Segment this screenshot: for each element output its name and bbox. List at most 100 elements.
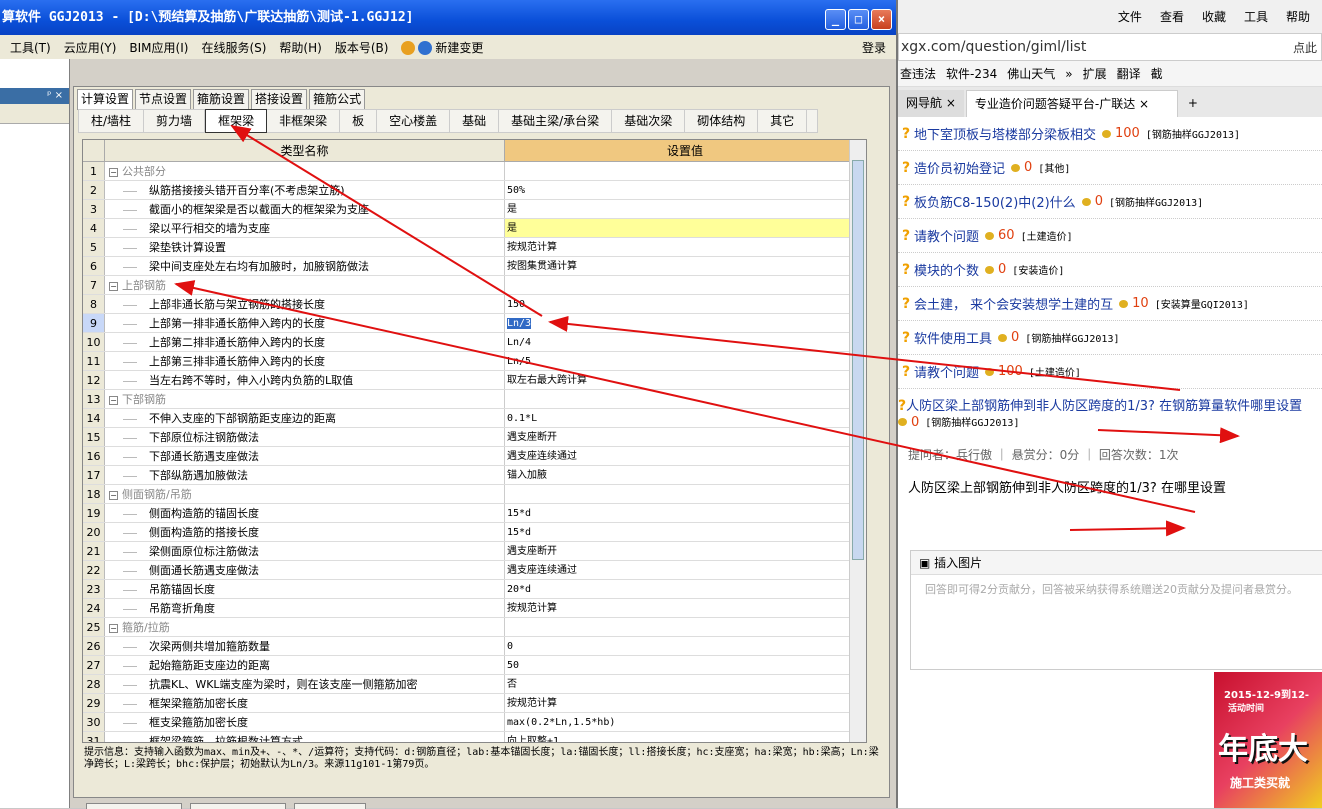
close-button[interactable]: × [871, 9, 892, 30]
table-row[interactable]: 21 梁侧面原位标注筋做法 遇支座断开 [83, 542, 866, 561]
row-value[interactable] [505, 390, 865, 408]
table-row[interactable]: 30 框支梁箍筋加密长度 max(0.2*Ln,1.5*hb) [83, 713, 866, 732]
table-row[interactable]: 28 抗震KL、WKL端支座为梁时，则在该支座一侧箍筋加密 否 [83, 675, 866, 694]
row-value[interactable]: 50 [505, 656, 865, 674]
table-row[interactable]: 17 下部纵筋遇加腋做法 锚入加腋 [83, 466, 866, 485]
table-row[interactable]: 18− 侧面钢筋/吊筋 [83, 485, 866, 504]
row-value[interactable]: 按规范计算 [505, 694, 865, 712]
browser-tab-active[interactable]: 专业造价问题答疑平台-广联达 × [965, 90, 1178, 117]
row-value[interactable]: 是 [505, 200, 865, 218]
table-row[interactable]: 7− 上部钢筋 [83, 276, 866, 295]
list-item[interactable]: ? 地下室顶板与塔楼部分梁板相交 100 [钢筋抽样GGJ2013] [898, 117, 1322, 151]
list-item[interactable]: ? 请教个问题 100 [土建造价] [898, 355, 1322, 389]
minimize-button[interactable]: _ [825, 9, 846, 30]
table-row[interactable]: 27 起始箍筋距支座边的距离 50 [83, 656, 866, 675]
collapse-icon[interactable]: − [109, 395, 118, 405]
row-value[interactable]: 按规范计算 [505, 238, 865, 256]
browser-menu-file[interactable]: 文件 [1118, 8, 1142, 25]
open-question-title[interactable]: 人防区梁上部钢筋伸到非人防区跨度的1/3? 在钢筋算量软件哪里设置 [906, 399, 1302, 414]
bookmark-item[interactable]: 截 [1151, 65, 1163, 82]
list-item[interactable]: ? 造价员初始登记 0 [其他] [898, 151, 1322, 185]
row-value[interactable]: 遇支座连续通过 [505, 561, 865, 579]
list-item[interactable]: ? 会土建， 来个会安装想学土建的互 10 [安装算量GQI2013] [898, 287, 1322, 321]
table-row[interactable]: 24 吊筋弯折角度 按规范计算 [83, 599, 866, 618]
bookmark-item[interactable]: 佛山天气 [1007, 65, 1055, 82]
collapse-icon[interactable]: − [109, 281, 118, 291]
tab-3[interactable]: 搭接设置 [251, 89, 308, 109]
subtab-5[interactable]: 空心楼盖 [377, 110, 451, 132]
tab-0[interactable]: 计算设置 [77, 89, 134, 110]
collapse-icon[interactable]: − [109, 167, 118, 177]
tab-2[interactable]: 箍筋设置 [193, 89, 250, 109]
pin-icon[interactable]: ᵖ × [0, 88, 69, 104]
table-row[interactable]: 2 纵筋搭接接头错开百分率(不考虑架立筋) 50% [83, 181, 866, 200]
browser-menu-favorites[interactable]: 收藏 [1202, 8, 1226, 25]
row-value[interactable]: 取左右最大跨计算 [505, 371, 865, 389]
subtab-0[interactable]: 柱/墙柱 [79, 110, 145, 132]
table-row[interactable]: 6 梁中间支座处左右均有加腋时，加腋钢筋做法 按图集贯通计算 [83, 257, 866, 276]
row-value[interactable]: max(0.2*Ln,1.5*hb) [505, 713, 865, 731]
subtab-2[interactable]: 框架梁 [205, 109, 268, 133]
maximize-button[interactable]: □ [848, 9, 869, 30]
table-row[interactable]: 20 侧面构造筋的搭接长度 15*d [83, 523, 866, 542]
bottom-button-3[interactable] [294, 803, 366, 809]
menu-version[interactable]: 版本号(B) [335, 39, 389, 56]
row-value[interactable] [505, 485, 865, 503]
address-bar[interactable]: xgx.com/question/giml/list 点此 [898, 33, 1322, 61]
table-row[interactable]: 11 上部第三排非通长筋伸入跨内的长度 Ln/5 [83, 352, 866, 371]
table-row[interactable]: 31 框架梁箍筋、拉筋根数计算方式 向上取整+1 [83, 732, 866, 742]
table-row[interactable]: 23 吊筋锚固长度 20*d [83, 580, 866, 599]
row-value[interactable]: 50% [505, 181, 865, 199]
table-row[interactable]: 9 上部第一排非通长筋伸入跨内的长度 Ln/3 [83, 314, 866, 333]
list-item[interactable]: ? 请教个问题 60 [土建造价] [898, 219, 1322, 253]
row-value[interactable]: Ln/5 [505, 352, 865, 370]
scroll-thumb[interactable] [852, 160, 864, 560]
subtab-6[interactable]: 基础 [450, 110, 500, 132]
collapse-icon[interactable]: − [109, 490, 118, 500]
question-title[interactable]: 造价员初始登记 [914, 158, 1005, 177]
menu-tools[interactable]: 工具(T) [10, 39, 51, 56]
row-value[interactable]: 15*d [505, 504, 865, 522]
menu-online[interactable]: 在线服务(S) [201, 39, 266, 56]
login-link[interactable]: 登录 [862, 39, 886, 56]
browser-menu-help[interactable]: 帮助 [1286, 8, 1310, 25]
tab-1[interactable]: 节点设置 [135, 89, 192, 109]
bookmark-item[interactable]: » [1065, 67, 1072, 81]
tab-4[interactable]: 箍筋公式 [309, 89, 366, 109]
table-row[interactable]: 25− 箍筋/拉筋 [83, 618, 866, 637]
table-row[interactable]: 19 侧面构造筋的锚固长度 15*d [83, 504, 866, 523]
bookmark-item[interactable]: 查违法 [900, 65, 936, 82]
row-value[interactable]: 锚入加腋 [505, 466, 865, 484]
browser-tab-nav[interactable]: 网导航 × [898, 90, 964, 117]
row-value[interactable]: 遇支座断开 [505, 542, 865, 560]
ad-banner[interactable]: 2015-12-9到12- 活动时间 年底大 施工类买就 [1214, 672, 1322, 808]
row-value[interactable]: Ln/4 [505, 333, 865, 351]
row-value[interactable]: 否 [505, 675, 865, 693]
subtab-9[interactable]: 砌体结构 [685, 110, 759, 132]
table-row[interactable]: 26 次梁两侧共增加箍筋数量 0 [83, 637, 866, 656]
table-row[interactable]: 15 下部原位标注钢筋做法 遇支座断开 [83, 428, 866, 447]
row-value[interactable]: 按图集贯通计算 [505, 257, 865, 275]
question-title[interactable]: 软件使用工具 [914, 328, 992, 347]
vertical-scrollbar[interactable] [849, 140, 866, 742]
list-item[interactable]: ? 模块的个数 0 [安装造价] [898, 253, 1322, 287]
bookmark-item[interactable]: 翻译 [1117, 65, 1141, 82]
table-row[interactable]: 22 侧面通长筋遇支座做法 遇支座连续通过 [83, 561, 866, 580]
new-tab-button[interactable]: + [1180, 90, 1206, 117]
row-value[interactable] [505, 162, 865, 180]
bottom-button-1[interactable] [86, 803, 182, 809]
list-item[interactable]: ? 软件使用工具 0 [钢筋抽样GGJ2013] [898, 321, 1322, 355]
answer-box[interactable]: ▣ 插入图片 回答即可得2分贡献分，回答被采纳获得系统赠送20贡献分及提问者悬赏… [910, 550, 1322, 670]
menu-help[interactable]: 帮助(H) [279, 39, 321, 56]
subtab-3[interactable]: 非框架梁 [267, 110, 341, 132]
question-title[interactable]: 会土建， 来个会安装想学土建的互 [914, 294, 1113, 313]
row-value[interactable]: 按规范计算 [505, 599, 865, 617]
table-row[interactable]: 29 框架梁箍筋加密长度 按规范计算 [83, 694, 866, 713]
subtab-7[interactable]: 基础主梁/承台梁 [499, 110, 613, 132]
browser-menu-tools[interactable]: 工具 [1244, 8, 1268, 25]
question-title[interactable]: 请教个问题 [914, 226, 979, 245]
title-bar[interactable]: 算软件 GGJ2013 - [D:\预结算及抽筋\广联达抽筋\测试-1.GGJ1… [0, 0, 896, 35]
table-row[interactable]: 12 当左右跨不等时，伸入小跨内负筋的L取值 取左右最大跨计算 [83, 371, 866, 390]
row-value[interactable]: 0 [505, 637, 865, 655]
bookmark-item[interactable]: 软件-234 [946, 65, 997, 82]
